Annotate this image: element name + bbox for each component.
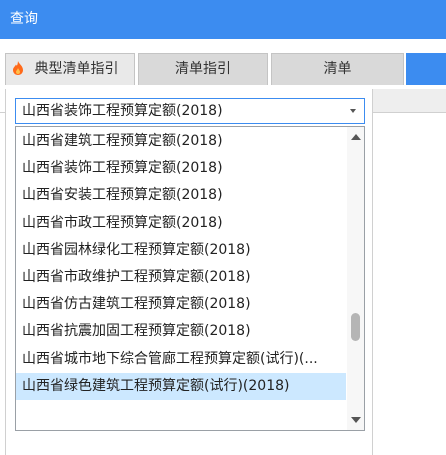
- window-title: 查询: [10, 11, 38, 27]
- dropdown-option[interactable]: 山西省市政工程预算定额(2018): [16, 210, 346, 237]
- dropdown-option[interactable]: 山西省安装工程预算定额(2018): [16, 182, 346, 209]
- tab-more[interactable]: [406, 53, 446, 85]
- tab-label: 清单指引: [175, 61, 231, 77]
- dropdown-option[interactable]: 山西省抗震加固工程预算定额(2018): [16, 318, 346, 345]
- dropdown-option[interactable]: 山西省装饰工程预算定额(2018): [16, 155, 346, 182]
- dropdown-option[interactable]: 山西省市政维护工程预算定额(2018): [16, 264, 346, 291]
- tab-list[interactable]: 清单: [271, 53, 404, 85]
- scroll-up-icon[interactable]: [351, 134, 361, 140]
- dropdown-option[interactable]: 山西省仿古建筑工程预算定额(2018): [16, 291, 346, 318]
- title-bar: 查询: [0, 0, 446, 39]
- quota-library-select[interactable]: 山西省装饰工程预算定额(2018): [15, 98, 365, 124]
- dropdown-option[interactable]: 山西省园林绿化工程预算定额(2018): [16, 237, 346, 264]
- tab-strip: 典型清单指引 清单指引 清单: [0, 39, 446, 89]
- chevron-down-icon[interactable]: [350, 109, 356, 113]
- dropdown-scrollbar[interactable]: [347, 127, 364, 430]
- scroll-down-icon[interactable]: [351, 417, 361, 423]
- query-window: 查询 典型清单指引 清单指引 清单 山西省装饰工程预算定额(2018) 山西省建…: [0, 0, 446, 455]
- tab-label: 典型清单指引: [34, 61, 119, 77]
- flame-icon: [13, 60, 23, 75]
- tab-label: 清单: [323, 61, 352, 77]
- dropdown-option[interactable]: 山西省城市地下综合管廊工程预算定额(试行)(...: [16, 346, 346, 373]
- dropdown-options: 山西省建筑工程预算定额(2018) 山西省装饰工程预算定额(2018) 山西省安…: [16, 128, 346, 400]
- dropdown-option[interactable]: 山西省建筑工程预算定额(2018): [16, 128, 346, 155]
- quota-library-selected-value: 山西省装饰工程预算定额(2018): [22, 103, 223, 119]
- right-panel-header: [373, 89, 446, 112]
- scroll-thumb[interactable]: [351, 313, 360, 341]
- quota-library-dropdown: 山西省建筑工程预算定额(2018) 山西省装饰工程预算定额(2018) 山西省安…: [15, 126, 365, 431]
- tab-list-guide[interactable]: 清单指引: [138, 53, 268, 85]
- tab-typical-list-guide[interactable]: 典型清单指引: [5, 53, 135, 85]
- dropdown-option-selected[interactable]: 山西省绿色建筑工程预算定额(试行)(2018): [16, 372, 346, 400]
